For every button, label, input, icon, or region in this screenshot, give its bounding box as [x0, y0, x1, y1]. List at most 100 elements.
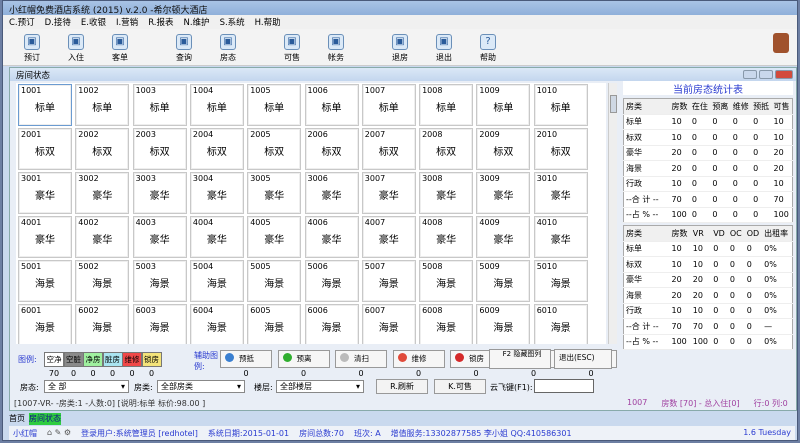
room-cell[interactable]: 5005 海景 [247, 260, 302, 302]
room-cell[interactable]: 5003 海景 [132, 260, 187, 302]
table-row[interactable]: 海景 20 0 0 0 0 20 [623, 160, 793, 177]
table-row[interactable]: 行政 10 10 0 0 0 0% [623, 303, 793, 319]
table-row[interactable]: 标双 10 10 0 0 0 0% [623, 256, 793, 273]
floor-filter-select[interactable]: 全部楼层 [276, 380, 364, 393]
room-cell[interactable]: 1010 标单 [533, 84, 588, 126]
room-cell[interactable]: 2003 标双 [132, 128, 187, 170]
room-cell[interactable]: 6002 海景 [75, 304, 130, 344]
available-button[interactable]: K.可售 [434, 379, 486, 394]
table-row[interactable]: 豪华 20 20 0 0 0 0% [623, 272, 793, 288]
room-cell[interactable]: 1007 标单 [361, 84, 416, 126]
toolbar-button-3[interactable]: ▣ 查询 [163, 31, 205, 63]
room-cell[interactable]: 3006 豪华 [304, 172, 359, 214]
room-cell[interactable]: 6008 海景 [419, 304, 474, 344]
menu-item[interactable]: R.报表 [148, 16, 173, 28]
room-cell[interactable]: 3008 豪华 [419, 172, 474, 214]
room-cell[interactable]: 5008 海景 [419, 260, 474, 302]
lock-icon[interactable]: ⌂ ✎ ⚙ [47, 428, 71, 438]
restore-icon[interactable] [759, 70, 773, 79]
room-cell[interactable]: 3004 豪华 [189, 172, 244, 214]
table-row[interactable]: --占 % -- 100 0 0 0 0 100 [623, 207, 793, 223]
room-cell[interactable]: 2010 标双 [533, 128, 588, 170]
room-cell[interactable]: 5010 海景 [533, 260, 588, 302]
menu-item[interactable]: N.维护 [184, 16, 210, 28]
room-cell[interactable]: 1002 标单 [75, 84, 130, 126]
room-cell[interactable]: 4006 豪华 [304, 216, 359, 258]
room-cell[interactable]: 2008 标双 [419, 128, 474, 170]
exit-button[interactable]: 退出(ESC) [554, 349, 612, 369]
toolbar-button-1[interactable]: ▣ 入住 [55, 31, 97, 63]
table-row[interactable]: 海景 20 20 0 0 0 0% [623, 287, 793, 304]
room-cell[interactable]: 4008 豪华 [419, 216, 474, 258]
quick-key-input[interactable] [534, 379, 594, 393]
room-cell[interactable]: 2004 标双 [189, 128, 244, 170]
room-cell[interactable]: 4009 豪华 [476, 216, 531, 258]
room-cell[interactable]: 1006 标单 [304, 84, 359, 126]
table-row[interactable]: 标双 10 0 0 0 0 10 [623, 129, 793, 146]
toolbar-button-9[interactable]: ? 帮助 [467, 31, 509, 63]
toolbar-button-8[interactable]: ▣ 退出 [423, 31, 465, 63]
room-cell[interactable]: 6007 海景 [361, 304, 416, 344]
room-cell[interactable]: 4005 豪华 [247, 216, 302, 258]
toolbar-button-6[interactable]: ▣ 帐务 [315, 31, 357, 63]
room-cell[interactable]: 2006 标双 [304, 128, 359, 170]
table-row[interactable]: 标单 10 10 0 0 0 0% [623, 241, 793, 257]
table-row[interactable]: --合 计 -- 70 0 0 0 0 70 [623, 191, 793, 208]
room-cell[interactable]: 5001 海景 [18, 260, 72, 302]
room-cell[interactable]: 1008 标单 [419, 84, 474, 126]
room-cell[interactable]: 5004 海景 [189, 260, 244, 302]
table-row[interactable]: --合 计 -- 70 70 0 0 0— [623, 318, 793, 335]
room-cell[interactable]: 5007 海景 [361, 260, 416, 302]
room-cell[interactable]: 6010 海景 [533, 304, 588, 344]
room-cell[interactable]: 6009 海景 [476, 304, 531, 344]
room-cell[interactable]: 4004 豪华 [189, 216, 244, 258]
menu-item[interactable]: S.系统 [220, 16, 245, 28]
room-cell[interactable]: 6003 海景 [132, 304, 187, 344]
room-cell[interactable]: 6004 海景 [189, 304, 244, 344]
scrollbar-thumb[interactable] [610, 95, 617, 113]
menu-item[interactable]: D.接待 [45, 16, 71, 28]
room-cell[interactable]: 5006 海景 [304, 260, 359, 302]
table-row[interactable]: --占 % -- 100 100 0 0 0 0% [623, 334, 793, 350]
room-cell[interactable]: 6006 海景 [304, 304, 359, 344]
tab-room-status[interactable]: 房间状态 [29, 413, 61, 425]
toolbar-button-4[interactable]: ▣ 房态 [207, 31, 249, 63]
status-filter-select[interactable]: 全 部 [44, 380, 129, 393]
room-cell[interactable]: 3005 豪华 [247, 172, 302, 214]
menu-item[interactable]: C.预订 [9, 16, 35, 28]
room-cell[interactable]: 4002 豪华 [75, 216, 130, 258]
toolbar-button-0[interactable]: ▣ 预订 [11, 31, 53, 63]
room-cell[interactable]: 4001 豪华 [18, 216, 72, 258]
room-cell[interactable]: 1001 标单 [18, 84, 72, 126]
room-cell[interactable]: 2005 标双 [247, 128, 302, 170]
room-cell[interactable]: 3001 豪华 [18, 172, 72, 214]
hide-legend-button[interactable]: F2 隐藏图列 [489, 349, 551, 369]
room-cell[interactable]: 1005 标单 [247, 84, 302, 126]
type-filter-select[interactable]: 全部房类 [157, 380, 245, 393]
room-cell[interactable]: 3003 豪华 [132, 172, 187, 214]
close-icon[interactable] [775, 70, 793, 79]
room-cell[interactable]: 3010 豪华 [533, 172, 588, 214]
room-cell[interactable]: 4003 豪华 [132, 216, 187, 258]
room-cell[interactable]: 3009 豪华 [476, 172, 531, 214]
menu-item[interactable]: I.营销 [116, 16, 138, 28]
room-cell[interactable]: 6001 海景 [18, 304, 72, 344]
room-cell[interactable]: 5002 海景 [75, 260, 130, 302]
toolbar-button-7[interactable]: ▣ 退房 [379, 31, 421, 63]
refresh-button[interactable]: R.刷新 [376, 379, 428, 394]
room-cell[interactable]: 4007 豪华 [361, 216, 416, 258]
room-cell[interactable]: 1003 标单 [132, 84, 187, 126]
room-cell[interactable]: 6005 海景 [247, 304, 302, 344]
tab-home[interactable]: 首页 [9, 413, 25, 425]
room-cell[interactable]: 5009 海景 [476, 260, 531, 302]
room-cell[interactable]: 2007 标双 [361, 128, 416, 170]
minimize-icon[interactable] [743, 70, 757, 79]
toolbar-button-5[interactable]: ▣ 可售 [271, 31, 313, 63]
room-grid-scrollbar[interactable] [608, 83, 617, 344]
table-row[interactable]: 行政 10 0 0 0 0 10 [623, 176, 793, 192]
room-cell[interactable]: 2001 标双 [18, 128, 72, 170]
menu-item[interactable]: H.帮助 [255, 16, 281, 28]
room-cell[interactable]: 1009 标单 [476, 84, 531, 126]
room-cell[interactable]: 3007 豪华 [361, 172, 416, 214]
room-cell[interactable]: 1004 标单 [189, 84, 244, 126]
